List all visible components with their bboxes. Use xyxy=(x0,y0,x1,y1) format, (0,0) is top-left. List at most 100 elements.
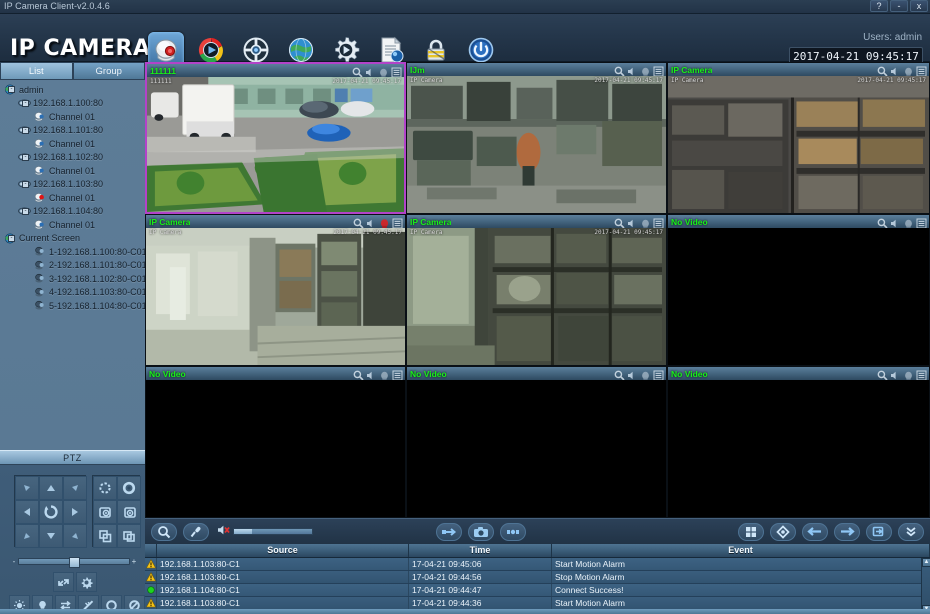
minimize-button[interactable]: - xyxy=(890,0,908,12)
tree-item[interactable]: Channel 01 xyxy=(0,164,145,178)
tree-item[interactable]: Channel 01 xyxy=(0,218,145,232)
audio-icon[interactable] xyxy=(890,64,901,76)
tree-expander[interactable]: - xyxy=(22,180,29,188)
tree-expander[interactable]: - xyxy=(22,126,29,134)
tree-item[interactable]: -192.168.1.104:80 xyxy=(0,205,145,219)
zoom-in-icon[interactable] xyxy=(93,524,117,548)
arrow-up-right-icon[interactable] xyxy=(63,476,87,500)
tree-expander[interactable]: - xyxy=(8,234,15,242)
tree-item[interactable]: 1-192.168.1.100:80-C01 xyxy=(0,245,145,259)
tree-item[interactable]: Channel 01 xyxy=(0,137,145,151)
event-log-scrollbar[interactable]: ▲ ▼ xyxy=(921,558,930,614)
video-stream[interactable] xyxy=(147,77,404,212)
auto-scan-icon[interactable] xyxy=(39,500,63,524)
arrow-down-left-icon[interactable] xyxy=(15,524,39,548)
arrow-up-left-icon[interactable] xyxy=(15,476,39,500)
zoom-out-icon[interactable] xyxy=(117,524,141,548)
menu-icon[interactable] xyxy=(392,216,403,229)
audio-icon[interactable] xyxy=(627,64,638,76)
collapse-icon[interactable] xyxy=(898,522,924,541)
event-log-rows[interactable]: 192.168.1.103:80-C1 17-04-21 09:45:06 Star… xyxy=(145,558,930,614)
video-stream[interactable] xyxy=(407,228,666,365)
video-panel[interactable]: 111111 111111 2017-04-21 09:45:17 xyxy=(145,62,406,214)
video-panel[interactable]: IP Camera IP Camera 2017-04-21 09:45:17 xyxy=(667,62,930,214)
device-tree[interactable]: - admin -192.168.1.100:80 Channel 01-192.16… xyxy=(0,80,145,450)
no-video-area[interactable] xyxy=(668,380,929,517)
speed-knob[interactable] xyxy=(69,556,80,568)
tree-expander[interactable]: - xyxy=(22,207,29,215)
video-stream[interactable] xyxy=(407,76,666,213)
video-panel[interactable]: No Video xyxy=(667,214,930,366)
tree-expander[interactable]: - xyxy=(22,99,29,107)
menu-icon[interactable] xyxy=(653,368,664,381)
volume-control[interactable] xyxy=(217,523,313,541)
iris-open-icon[interactable] xyxy=(93,476,117,500)
arrow-left-icon[interactable] xyxy=(15,500,39,524)
zoom-search-icon[interactable] xyxy=(353,216,364,229)
audio-icon[interactable] xyxy=(890,368,901,380)
column-header-status[interactable] xyxy=(145,544,157,557)
loop-icon[interactable] xyxy=(866,522,892,541)
arrow-up-icon[interactable] xyxy=(39,476,63,500)
record-icon[interactable] xyxy=(379,216,390,228)
video-panel[interactable]: No Video xyxy=(667,366,930,518)
volume-slider[interactable] xyxy=(233,528,313,535)
tree-item[interactable]: - admin xyxy=(0,83,145,97)
microphone-icon[interactable] xyxy=(183,522,209,541)
zoom-search-icon[interactable] xyxy=(877,64,888,77)
record-icon[interactable] xyxy=(903,216,914,228)
table-row[interactable]: 192.168.1.103:80-C1 17-04-21 09:44:56 Stop… xyxy=(145,571,930,584)
column-header-source[interactable]: Source xyxy=(157,544,409,557)
record-stop-icon[interactable] xyxy=(500,522,526,541)
tree-item[interactable]: 3-192.168.1.102:80-C01 xyxy=(0,272,145,286)
ptz-settings-icon[interactable] xyxy=(76,572,97,592)
close-button[interactable]: x xyxy=(910,0,928,12)
record-icon[interactable] xyxy=(378,65,389,77)
grid-layout-icon[interactable] xyxy=(738,522,764,541)
tab-list[interactable]: List xyxy=(0,62,73,80)
table-row[interactable]: 192.168.1.104:80-C1 17-04-21 09:44:47 Conn… xyxy=(145,584,930,597)
no-video-area[interactable] xyxy=(146,380,405,517)
next-page-icon[interactable] xyxy=(834,522,860,541)
help-button[interactable]: ? xyxy=(870,0,888,12)
menu-icon[interactable] xyxy=(916,216,927,229)
menu-icon[interactable] xyxy=(653,64,664,77)
tree-item[interactable]: - Current Screen xyxy=(0,232,145,246)
audio-icon[interactable] xyxy=(890,216,901,228)
video-panel[interactable]: No Video xyxy=(145,366,406,518)
table-row[interactable]: 192.168.1.103:80-C1 17-04-21 09:45:06 Star… xyxy=(145,558,930,571)
tree-expander[interactable]: - xyxy=(22,153,29,161)
tree-item[interactable]: -192.168.1.101:80 xyxy=(0,124,145,138)
menu-icon[interactable] xyxy=(391,65,402,78)
tree-item[interactable]: Channel 01 xyxy=(0,191,145,205)
audio-icon[interactable] xyxy=(365,65,376,77)
ptz-move-icon[interactable] xyxy=(53,572,74,592)
audio-icon[interactable] xyxy=(366,216,377,228)
zoom-search-icon[interactable] xyxy=(877,216,888,229)
prev-page-icon[interactable] xyxy=(802,522,828,541)
audio-icon[interactable] xyxy=(366,368,377,380)
zoom-search-icon[interactable] xyxy=(151,522,177,541)
arrow-down-right-icon[interactable] xyxy=(63,524,87,548)
tree-item[interactable]: -192.168.1.103:80 xyxy=(0,178,145,192)
zoom-search-icon[interactable] xyxy=(877,368,888,381)
audio-icon[interactable] xyxy=(627,216,638,228)
no-video-area[interactable] xyxy=(407,380,666,517)
video-grid[interactable]: 111111 111111 2017-04-21 09:45:17 IJm IP… xyxy=(145,62,930,518)
zoom-search-icon[interactable] xyxy=(353,368,364,381)
volume-mute-icon[interactable] xyxy=(217,523,230,541)
ptz-arrow-icon[interactable] xyxy=(436,522,462,541)
arrow-right-icon[interactable] xyxy=(63,500,87,524)
ptz-section-header[interactable]: PTZ xyxy=(0,450,145,465)
zoom-search-icon[interactable] xyxy=(614,64,625,77)
speed-track[interactable] xyxy=(18,556,130,568)
tree-item[interactable]: -192.168.1.100:80 xyxy=(0,97,145,111)
menu-icon[interactable] xyxy=(916,368,927,381)
scroll-up-button[interactable]: ▲ xyxy=(922,558,930,567)
video-stream[interactable] xyxy=(146,228,405,365)
column-header-time[interactable]: Time xyxy=(409,544,552,557)
video-panel[interactable]: IJm IP Camera 2017-04-21 09:45:17 xyxy=(406,62,667,214)
video-panel[interactable]: No Video xyxy=(406,366,667,518)
menu-icon[interactable] xyxy=(392,368,403,381)
video-panel[interactable]: IP Camera IP Camera 2017-04-21 09:45:17 xyxy=(145,214,406,366)
